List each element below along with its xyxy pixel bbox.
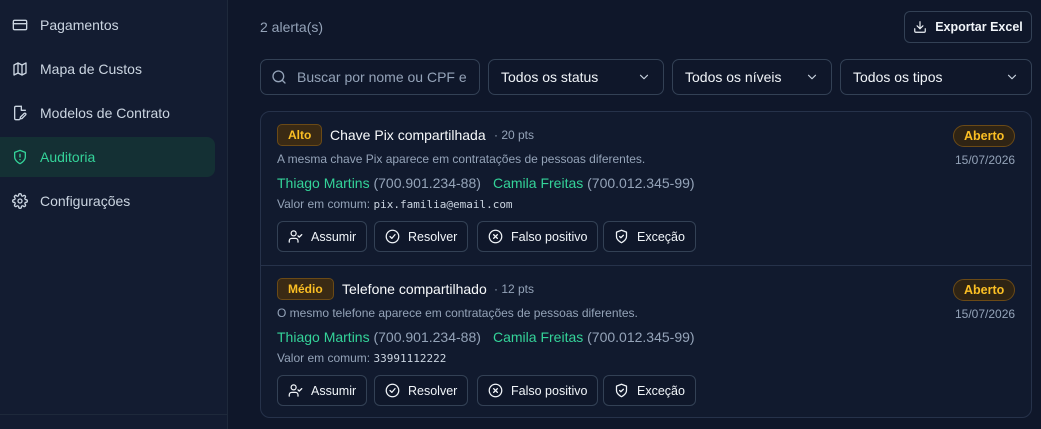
false-positive-button[interactable]: Falso positivo [477, 375, 599, 406]
assume-label: Assumir [311, 383, 357, 398]
alert-date: 15/07/2026 [955, 153, 1016, 167]
level-badge: Médio [277, 278, 334, 300]
alert-description: O mesmo telefone aparece em contratações… [277, 306, 638, 320]
user-check-icon [288, 230, 303, 243]
person-cpf: (700.901.234-88) [373, 329, 481, 345]
alert-title: Telefone compartilhado [342, 281, 487, 297]
resolve-button[interactable]: Resolver [374, 375, 469, 406]
person-name: Thiago Martins [277, 175, 370, 191]
type-select[interactable]: Todos os tipos [840, 59, 1032, 95]
alert-points: · 12 pts [494, 282, 535, 296]
level-badge: Alto [277, 124, 323, 146]
person-2[interactable]: Camila Freitas (700.012.345-99) [493, 175, 695, 191]
status-select[interactable]: Todos os status [488, 59, 664, 95]
gear-icon [12, 193, 28, 209]
status-select-value: Todos os status [501, 69, 599, 85]
sidebar-item-label: Pagamentos [40, 17, 119, 33]
sidebar-item-modelos-de-contrato[interactable]: Modelos de Contrato [0, 93, 215, 133]
shield-check-icon [615, 229, 628, 244]
x-circle-icon [488, 229, 503, 244]
type-select-value: Todos os tipos [853, 69, 943, 85]
person-cpf: (700.901.234-88) [373, 175, 481, 191]
shield-check-icon [615, 383, 628, 398]
exception-button[interactable]: Exceção [603, 375, 696, 406]
alert-count: 2 alerta(s) [260, 19, 324, 35]
alert-description: A mesma chave Pix aparece em contrataçõe… [277, 152, 646, 166]
person-name: Camila Freitas [493, 175, 584, 191]
status-badge: Aberto [953, 279, 1016, 301]
person-name: Thiago Martins [277, 329, 370, 345]
main-content: 2 alerta(s) Exportar Excel Todos os stat… [228, 0, 1041, 429]
search-icon [272, 70, 286, 84]
person-name: Camila Freitas [493, 329, 584, 345]
alert-date: 15/07/2026 [955, 307, 1016, 321]
sidebar-item-configuracoes[interactable]: Configurações [0, 181, 215, 221]
status-badge: Aberto [953, 125, 1016, 147]
sidebar-item-auditoria[interactable]: Auditoria [0, 137, 215, 177]
assume-label: Assumir [311, 229, 357, 244]
alert-title: Chave Pix compartilhada [330, 127, 486, 143]
common-value-row: Valor em comum: 33991112222 [277, 351, 446, 365]
exception-label: Exceção [637, 229, 685, 244]
person-1[interactable]: Thiago Martins (700.901.234-88) [277, 329, 481, 345]
assume-button[interactable]: Assumir [277, 221, 368, 252]
map-icon [13, 62, 27, 76]
alert-item: Médio Telefone compartilhado · 12 pts O … [261, 265, 1031, 417]
x-circle-icon [488, 383, 503, 398]
sidebar-item-pagamentos[interactable]: Pagamentos [0, 5, 215, 45]
sidebar-item-label: Modelos de Contrato [40, 105, 170, 121]
sidebar-item-label: Mapa de Custos [40, 61, 142, 77]
common-value-row: Valor em comum: pix.familia@email.com [277, 197, 513, 211]
false-positive-label: Falso positivo [511, 229, 588, 244]
common-value: 33991112222 [373, 352, 447, 365]
download-icon [914, 21, 927, 33]
chevron-down-icon [807, 74, 817, 80]
level-select[interactable]: Todos os níveis [672, 59, 832, 95]
credit-card-icon [12, 19, 28, 31]
alert-points: · 20 pts [494, 128, 535, 142]
chevron-down-icon [1007, 74, 1017, 80]
resolve-label: Resolver [408, 229, 458, 244]
shield-alert-icon [14, 149, 26, 165]
false-positive-button[interactable]: Falso positivo [477, 221, 599, 252]
search-box [260, 59, 480, 95]
file-edit-icon [14, 105, 27, 121]
assume-button[interactable]: Assumir [277, 375, 368, 406]
sidebar-item-mapa-de-custos[interactable]: Mapa de Custos [0, 49, 215, 89]
chevron-down-icon [639, 74, 649, 80]
exception-button[interactable]: Exceção [603, 221, 696, 252]
sidebar-divider [0, 414, 228, 415]
resolve-label: Resolver [408, 383, 458, 398]
sidebar: Pagamentos Mapa de Custos Modelos de Con… [0, 0, 228, 429]
check-circle-icon [385, 229, 400, 244]
person-2[interactable]: Camila Freitas (700.012.345-99) [493, 329, 695, 345]
false-positive-label: Falso positivo [511, 383, 588, 398]
sidebar-item-label: Configurações [40, 193, 131, 209]
exception-label: Exceção [637, 383, 685, 398]
resolve-button[interactable]: Resolver [374, 221, 469, 252]
check-circle-icon [385, 383, 400, 398]
alert-item: Alto Chave Pix compartilhada · 20 pts A … [261, 112, 1031, 265]
common-value: pix.familia@email.com [373, 198, 513, 211]
person-cpf: (700.012.345-99) [587, 329, 695, 345]
person-1[interactable]: Thiago Martins (700.901.234-88) [277, 175, 481, 191]
level-select-value: Todos os níveis [685, 69, 782, 85]
export-label: Exportar Excel [935, 20, 1023, 34]
export-excel-button[interactable]: Exportar Excel [904, 11, 1032, 43]
alerts-list: Alto Chave Pix compartilhada · 20 pts A … [260, 111, 1032, 418]
sidebar-item-label: Auditoria [40, 149, 96, 165]
common-value-label: Valor em comum: [277, 351, 371, 365]
user-check-icon [288, 384, 303, 397]
search-input[interactable] [297, 69, 479, 85]
common-value-label: Valor em comum: [277, 197, 371, 211]
person-cpf: (700.012.345-99) [587, 175, 695, 191]
